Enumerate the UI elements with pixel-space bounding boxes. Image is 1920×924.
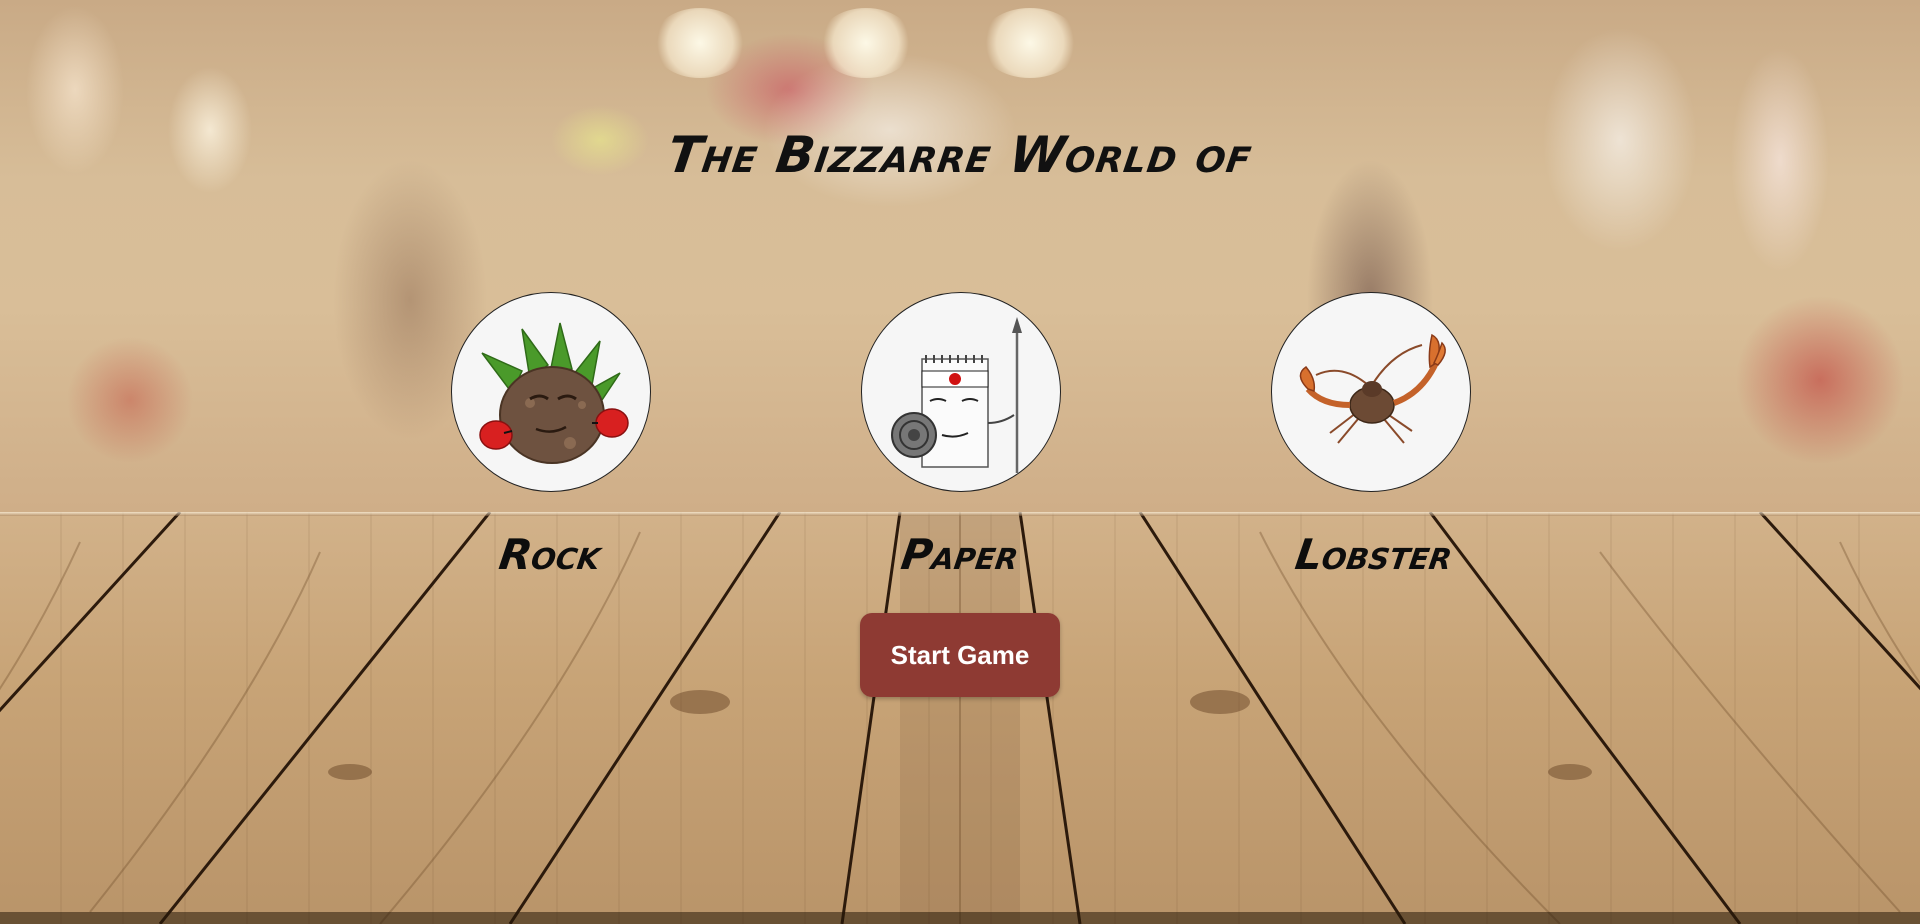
start-game-button[interactable]: Start Game (860, 613, 1060, 697)
lobster-label: Lobster (1292, 530, 1456, 579)
lobster-icon (1299, 333, 1446, 444)
rock-choice-button[interactable] (451, 292, 651, 492)
rock-character-icon (479, 322, 629, 464)
lobster-choice-button[interactable] (1271, 292, 1471, 492)
table-edge (0, 512, 1920, 516)
rock-label: Rock (496, 530, 604, 579)
paper-character-icon (891, 317, 1022, 473)
paper-choice-button[interactable] (861, 292, 1061, 492)
paper-label: Paper (898, 530, 1022, 579)
page-title: The Bizzarre World of (663, 126, 1257, 184)
